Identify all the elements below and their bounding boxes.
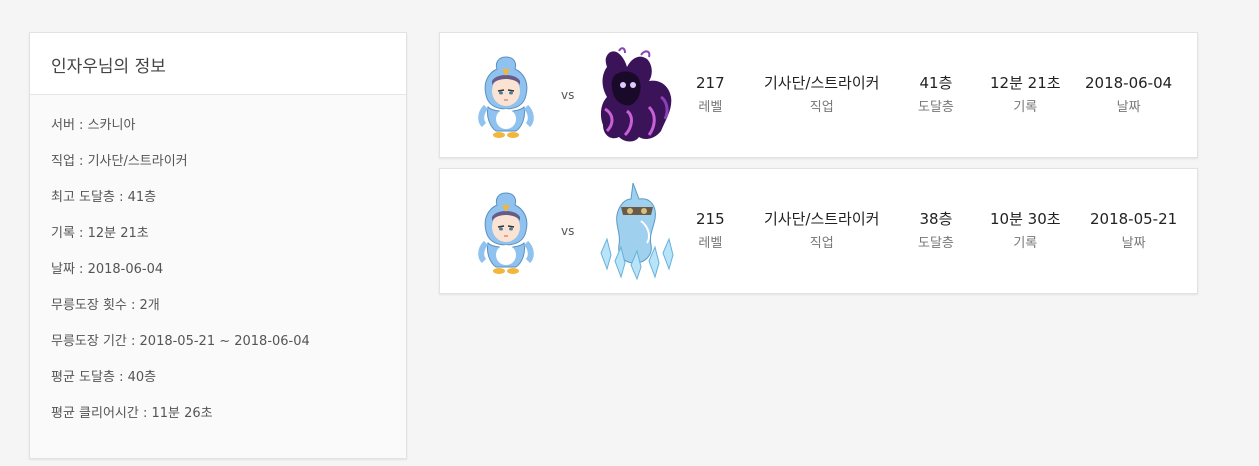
- job-label: 직업: [809, 236, 834, 251]
- player-info-panel: 인자우님의 정보 서버 : 스카니아 직업 : 기사단/스트라이커 최고 도달층…: [29, 32, 407, 459]
- vs-label: vs: [561, 88, 575, 102]
- level-stat: 217 레벨: [696, 73, 725, 118]
- level-label: 레벨: [698, 100, 723, 115]
- job-stat: 기사단/스트라이커 직업: [764, 73, 879, 118]
- date-label: 날짜: [1121, 236, 1146, 251]
- info-average-floor: 평균 도달층 : 40층: [51, 370, 157, 385]
- time-label: 기록: [1013, 236, 1038, 251]
- info-average-clear-time: 평균 클리어시간 : 11분 26초: [51, 406, 213, 421]
- info-period: 무릉도장 기간 : 2018-05-21 ~ 2018-06-04: [51, 334, 310, 349]
- ice-unicorn-boss-icon: [595, 181, 677, 281]
- date-stat: 2018-05-21 날짜: [1090, 209, 1177, 254]
- level-value: 215: [696, 210, 725, 228]
- player-info-title: 인자우님의 정보: [30, 33, 406, 95]
- info-record-time: 기록 : 12분 21초: [51, 226, 149, 241]
- time-stat: 10분 30초 기록: [990, 209, 1061, 254]
- info-best-floor: 최고 도달층 : 41층: [51, 190, 157, 205]
- job-stat: 기사단/스트라이커 직업: [764, 209, 879, 254]
- record-card: vs 217 레벨 기사단/스트라이커 직업 41층 도달층 12분 21초 기…: [439, 32, 1198, 158]
- dark-shadow-boss-icon: [595, 45, 677, 145]
- level-stat: 215 레벨: [696, 209, 725, 254]
- vs-label: vs: [561, 224, 575, 238]
- job-value: 기사단/스트라이커: [764, 74, 880, 92]
- floor-stat: 41층 도달층: [918, 73, 954, 118]
- record-card: vs 215 레벨 기사단/스트라이커 직업 38층 도달층 10분 30초 기…: [439, 168, 1198, 294]
- level-value: 217: [696, 74, 725, 92]
- player-info-list: 서버 : 스카니아 직업 : 기사단/스트라이커 최고 도달층 : 41층 기록…: [30, 95, 406, 441]
- job-label: 직업: [809, 100, 834, 115]
- time-label: 기록: [1013, 100, 1038, 115]
- time-stat: 12분 21초 기록: [990, 73, 1061, 118]
- floor-value: 38층: [919, 210, 953, 228]
- level-label: 레벨: [698, 236, 723, 251]
- date-value: 2018-05-21: [1090, 210, 1178, 228]
- time-value: 12분 21초: [990, 74, 1061, 92]
- info-attempt-count: 무릉도장 횟수 : 2개: [51, 298, 160, 313]
- date-stat: 2018-06-04 날짜: [1085, 73, 1172, 118]
- date-label: 날짜: [1116, 100, 1141, 115]
- info-date: 날짜 : 2018-06-04: [51, 262, 164, 277]
- floor-stat: 38층 도달층: [918, 209, 954, 254]
- floor-value: 41층: [919, 74, 953, 92]
- time-value: 10분 30초: [990, 210, 1061, 228]
- player-character-icon: [478, 191, 534, 275]
- date-value: 2018-06-04: [1085, 74, 1173, 92]
- player-character-icon: [478, 55, 534, 139]
- info-job: 직업 : 기사단/스트라이커: [51, 154, 188, 169]
- floor-label: 도달층: [918, 100, 954, 115]
- info-server: 서버 : 스카니아: [51, 118, 136, 133]
- floor-label: 도달층: [918, 236, 954, 251]
- job-value: 기사단/스트라이커: [764, 210, 880, 228]
